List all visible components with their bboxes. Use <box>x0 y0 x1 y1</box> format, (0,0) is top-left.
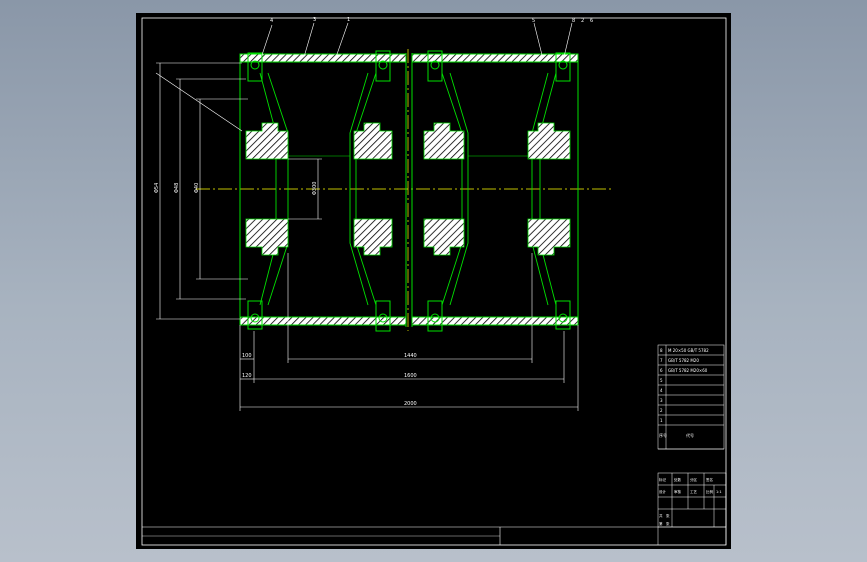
tb-cell-11: 第 <box>659 521 663 526</box>
balloon-right-4: 6 <box>590 18 593 24</box>
flange-bolts <box>247 50 571 332</box>
dim-inner-length: 1440 <box>404 353 417 359</box>
tb-cell-2: 分区 <box>690 477 698 482</box>
tb-cell-6: 工艺 <box>690 489 698 494</box>
balloon-left-3: 1 <box>347 17 350 23</box>
vertical-dimensions <box>156 62 322 320</box>
balloon-right-1: 5 <box>532 18 535 24</box>
title-block <box>657 472 727 545</box>
tb-cell-10: 张 <box>666 513 670 518</box>
balloon-left-1: 4 <box>270 18 273 24</box>
dim-left-small: 100 <box>242 353 252 359</box>
cad-drawing: 4 3 1 5 8 2 6 Φ54 Φ48 Φ40 Φ300 1440 1600… <box>141 17 727 546</box>
dim-left-offset: 120 <box>242 373 252 379</box>
dim-mid-length: 1600 <box>404 373 417 379</box>
balloon-right-2: 8 <box>572 18 575 24</box>
tb-cell-9: 共 <box>659 513 663 518</box>
tb-cell-1: 处数 <box>674 477 682 482</box>
tb-cell-3: 签名 <box>706 477 713 482</box>
horizontal-dimensions <box>239 253 579 411</box>
bom-text-7: GB/T 5782 M20 <box>668 358 699 363</box>
leaders <box>155 22 573 132</box>
bom-seq-4: 4 <box>660 388 663 393</box>
tb-cell-0: 标记 <box>659 477 667 482</box>
drum-shell <box>239 53 579 327</box>
tb-cell-4: 设计 <box>659 489 667 494</box>
balloon-left-2: 3 <box>313 17 316 23</box>
bom-header-seq: 序号 <box>659 432 667 438</box>
bom-text-8: M 20×50 GB/T 5782 <box>668 348 709 353</box>
centerlines <box>196 49 611 331</box>
bom-seq-3: 3 <box>660 398 663 403</box>
balloon-right-3: 2 <box>581 18 584 24</box>
bom-seq-8: 8 <box>660 348 663 353</box>
bom-seq-1: 1 <box>660 418 663 423</box>
bom-header-code: 代号 <box>686 432 694 438</box>
bom-seq-5: 5 <box>660 378 663 383</box>
dim-outer-dia: Φ54 <box>154 183 160 193</box>
dim-inner-dia: Φ40 <box>194 183 200 193</box>
tb-cell-12: 张 <box>666 521 670 526</box>
bom-seq-7: 7 <box>660 358 663 363</box>
bom-seq-2: 2 <box>660 408 663 413</box>
dim-total-length: 2000 <box>404 401 417 407</box>
tb-cell-8: 1:1 <box>716 490 722 494</box>
dim-hub-dia: Φ300 <box>312 182 318 195</box>
tb-cell-5: 审核 <box>674 489 682 494</box>
cad-drawing-area: 4 3 1 5 8 2 6 Φ54 Φ48 Φ40 Φ300 1440 1600… <box>136 13 731 549</box>
dim-mid-dia: Φ48 <box>174 183 180 193</box>
sheet-border <box>141 17 727 546</box>
bom-seq-6: 6 <box>660 368 663 373</box>
bom-text-6: GB/T 5782 M20×60 <box>668 368 708 373</box>
tb-cell-7: 比例 <box>706 489 714 494</box>
